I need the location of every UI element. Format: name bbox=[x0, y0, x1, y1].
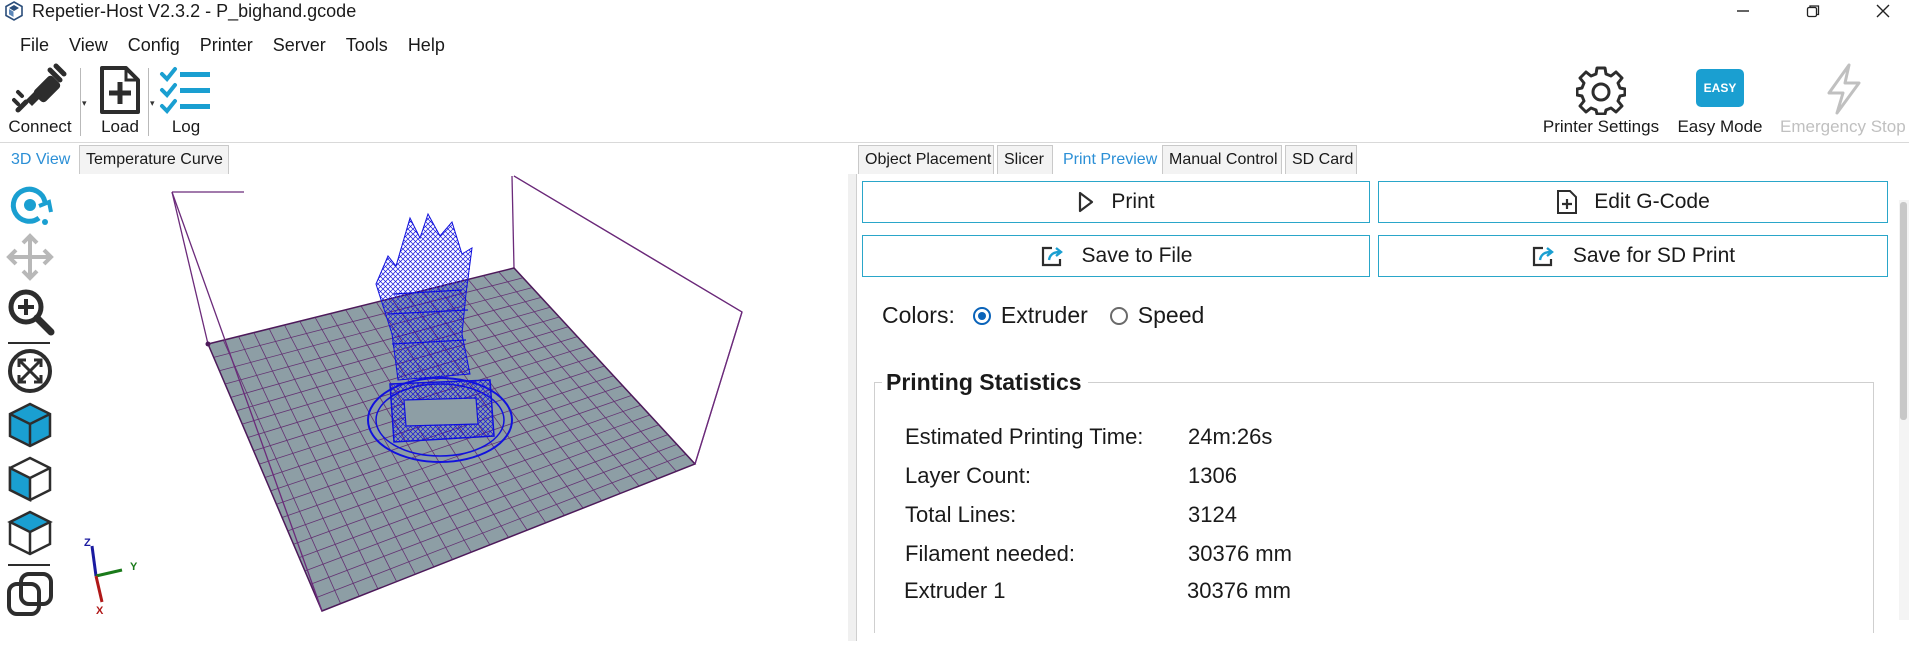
move-view-icon[interactable] bbox=[5, 232, 55, 282]
log-button[interactable]: Log bbox=[158, 60, 214, 140]
copy-objects-icon[interactable] bbox=[5, 570, 55, 620]
restore-icon bbox=[1806, 5, 1820, 18]
edit-gcode-label: Edit G-Code bbox=[1594, 190, 1710, 213]
printing-statistics-title: Printing Statistics bbox=[882, 369, 1088, 396]
stat-value: 1306 bbox=[1188, 463, 1237, 488]
menu-server[interactable]: Server bbox=[273, 31, 326, 59]
stat-label: Layer Count: bbox=[905, 463, 1031, 488]
save-for-sd-label: Save for SD Print bbox=[1572, 244, 1736, 267]
iso-view-icon[interactable] bbox=[5, 400, 55, 450]
tab-3d-view[interactable]: 3D View bbox=[4, 145, 76, 174]
minimize-icon bbox=[1737, 10, 1749, 12]
printer-settings-label: Printer Settings bbox=[1542, 117, 1660, 136]
close-icon bbox=[1876, 4, 1890, 18]
log-label: Log bbox=[171, 117, 201, 136]
connect-dropdown-icon[interactable]: ▾ bbox=[82, 98, 87, 109]
log-list-icon bbox=[160, 67, 210, 114]
panel-splitter[interactable] bbox=[848, 174, 857, 641]
panel-scrollbar-thumb[interactable] bbox=[1900, 202, 1907, 420]
plug-icon bbox=[12, 63, 67, 113]
stat-label: Extruder 1 bbox=[904, 578, 1006, 603]
speed-option-label[interactable]: Speed bbox=[1138, 302, 1205, 329]
menu-tools[interactable]: Tools bbox=[346, 31, 388, 59]
window-title: Repetier-Host V2.3.2 - P_bighand.gcode bbox=[32, 1, 357, 21]
app-logo-icon bbox=[5, 1, 23, 21]
save-for-sd-print-button[interactable]: Save for SD Print bbox=[1378, 235, 1888, 277]
easy-mode-label: Easy Mode bbox=[1677, 117, 1763, 136]
menu-help[interactable]: Help bbox=[408, 31, 445, 59]
easy-badge-text: EASY bbox=[1703, 81, 1737, 95]
front-view-icon[interactable] bbox=[5, 454, 55, 504]
menu-printer[interactable]: Printer bbox=[200, 31, 253, 59]
tab-manual-control[interactable]: Manual Control bbox=[1162, 145, 1282, 174]
extruder-radio[interactable] bbox=[972, 306, 991, 325]
edit-gcode-button[interactable]: Edit G-Code bbox=[1378, 181, 1888, 223]
save-to-file-label: Save to File bbox=[1081, 244, 1193, 267]
gear-icon bbox=[1576, 66, 1626, 115]
print-button[interactable]: Print bbox=[862, 181, 1370, 223]
minimize-button[interactable] bbox=[1720, 0, 1766, 22]
export-icon bbox=[1532, 246, 1554, 267]
print-label: Print bbox=[1111, 190, 1155, 213]
toolbar-divider bbox=[0, 142, 1909, 143]
stat-label: Estimated Printing Time: bbox=[905, 424, 1144, 449]
colors-label: Colors: bbox=[882, 302, 955, 328]
rotate-view-icon[interactable] bbox=[5, 180, 55, 230]
easy-mode-button[interactable]: EASY Easy Mode bbox=[1672, 60, 1768, 140]
save-to-file-button[interactable]: Save to File bbox=[862, 235, 1370, 277]
load-dropdown-icon[interactable]: ▾ bbox=[150, 98, 155, 109]
export-icon bbox=[1041, 246, 1063, 267]
menu-config[interactable]: Config bbox=[128, 31, 180, 59]
zoom-icon[interactable] bbox=[5, 286, 55, 336]
stat-value: 3124 bbox=[1188, 502, 1237, 527]
load-label: Load bbox=[101, 117, 139, 136]
edit-file-icon bbox=[1557, 190, 1578, 214]
play-icon bbox=[1079, 191, 1094, 213]
stat-value: 24m:26s bbox=[1188, 424, 1273, 449]
printing-statistics-box bbox=[874, 382, 1874, 633]
tab-sd-card[interactable]: SD Card bbox=[1285, 145, 1357, 174]
emergency-stop-label: Emergency Stop bbox=[1780, 117, 1906, 136]
tool-divider bbox=[8, 342, 50, 344]
stat-value: 30376 mm bbox=[1188, 541, 1292, 566]
menu-file[interactable]: File bbox=[20, 31, 49, 59]
toolbar-separator bbox=[148, 68, 149, 136]
print-preview-panel: Print Edit G-Code Save to File Save for … bbox=[858, 174, 1898, 641]
toolbar-separator bbox=[80, 68, 81, 136]
close-button[interactable] bbox=[1860, 0, 1906, 22]
tab-print-preview[interactable]: Print Preview bbox=[1056, 145, 1160, 174]
menu-view[interactable]: View bbox=[69, 31, 108, 59]
connect-label: Connect bbox=[8, 117, 72, 136]
tab-object-placement[interactable]: Object Placement bbox=[858, 145, 994, 174]
printer-settings-button[interactable]: Printer Settings bbox=[1536, 60, 1666, 140]
axis-x-label: X bbox=[96, 605, 104, 617]
tab-slicer[interactable]: Slicer bbox=[997, 145, 1053, 174]
menu-bar: File View Config Printer Server Tools He… bbox=[0, 31, 900, 59]
3d-viewport[interactable]: Y Z X bbox=[58, 174, 850, 641]
view-tools bbox=[0, 174, 58, 641]
axis-z-label: Z bbox=[84, 537, 91, 549]
easy-mode-icon: EASY bbox=[1696, 69, 1744, 107]
speed-radio[interactable] bbox=[1109, 306, 1128, 325]
color-mode-group: Colors: Extruder Speed bbox=[882, 302, 1204, 329]
tool-divider bbox=[8, 564, 50, 566]
axis-gizmo: Y Z X bbox=[84, 537, 138, 617]
print-bed-scene[interactable]: Y Z X bbox=[58, 174, 848, 641]
tab-temperature-curve[interactable]: Temperature Curve bbox=[79, 145, 229, 174]
emergency-stop-button[interactable]: Emergency Stop bbox=[1776, 60, 1909, 140]
axis-y-label: Y bbox=[130, 561, 138, 573]
load-button[interactable]: Load bbox=[92, 60, 148, 140]
title-bar: Repetier-Host V2.3.2 - P_bighand.gcode bbox=[0, 0, 1909, 22]
connect-button[interactable]: Connect bbox=[4, 60, 76, 140]
stat-value: 30376 mm bbox=[1187, 578, 1291, 603]
fit-view-icon[interactable] bbox=[5, 346, 55, 396]
restore-button[interactable] bbox=[1790, 0, 1836, 22]
file-add-icon bbox=[100, 66, 140, 114]
extruder-option-label[interactable]: Extruder bbox=[1001, 302, 1088, 329]
stat-label: Total Lines: bbox=[905, 502, 1017, 527]
top-view-icon[interactable] bbox=[5, 508, 55, 558]
toolbar: Connect ▾ Load ▾ Log Printer Settings EA… bbox=[0, 60, 1909, 140]
stat-label: Filament needed: bbox=[905, 541, 1075, 566]
lightning-icon bbox=[1827, 63, 1860, 115]
